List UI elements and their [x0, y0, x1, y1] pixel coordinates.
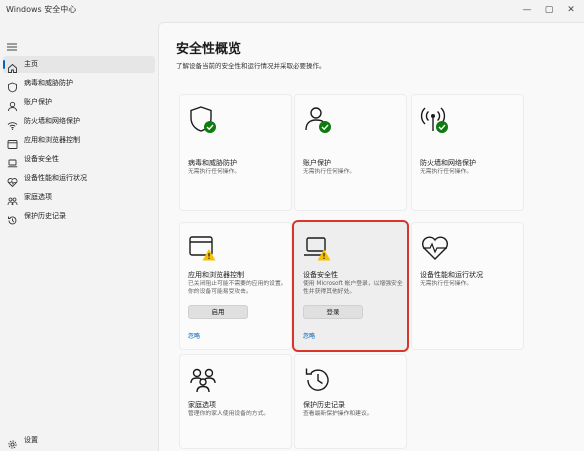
- wifi-check-icon: [420, 105, 450, 135]
- card-firewall-protection[interactable]: 防火墙和网络保护 无需执行任何操作。: [411, 94, 524, 211]
- sidebar-item-label: 病毒和威胁防护: [24, 79, 73, 87]
- card-title: 应用和浏览器控制: [188, 271, 244, 279]
- page-title: 安全性概览: [176, 42, 242, 57]
- card-description: 已关闭阻止可能不需要的应用的设置。你的设备可能易受攻击。: [188, 281, 287, 295]
- heart-pulse-icon: [420, 233, 450, 263]
- card-virus-protection[interactable]: 病毒和威胁防护 无需执行任何操作。: [179, 94, 292, 211]
- sidebar-item-account[interactable]: 账户保护: [3, 94, 155, 112]
- card-title: 账户保护: [303, 159, 331, 167]
- card-family-options[interactable]: 家庭选项 管理你的家人使用设备的方式。: [179, 354, 292, 449]
- card-title: 防火墙和网络保护: [420, 159, 476, 167]
- app-window-icon: [7, 135, 18, 149]
- sidebar-item-label: 账户保护: [24, 98, 52, 106]
- sidebar: 主页 病毒和威胁防护 账户保护 防火墙和网络保护 应用和浏览器控制 设备安全性 …: [0, 22, 158, 451]
- sidebar-item-label: 设备安全性: [24, 155, 59, 163]
- family-icon: [188, 365, 218, 395]
- card-description: 查看最新保护操作和建议。: [303, 411, 373, 417]
- sidebar-item-label: 主页: [24, 60, 38, 68]
- card-account-protection[interactable]: 账户保护 无需执行任何操作。: [294, 94, 407, 211]
- card-description: 无需执行任何操作。: [420, 169, 473, 175]
- sidebar-item-label: 保护历史记录: [24, 212, 66, 220]
- card-description: 管理你的家人使用设备的方式。: [188, 411, 270, 417]
- card-title: 病毒和威胁防护: [188, 159, 237, 167]
- sidebar-item-label: 防火墙和网络保护: [24, 117, 80, 125]
- shield-icon: [7, 78, 18, 93]
- home-icon: [7, 59, 18, 73]
- app-window-warning-icon: [188, 233, 218, 263]
- enable-button[interactable]: 启用: [188, 305, 248, 319]
- wifi-icon: [7, 116, 18, 130]
- laptop-warning-icon: [303, 233, 333, 263]
- sidebar-item-label: 应用和浏览器控制: [24, 136, 80, 144]
- card-protection-history[interactable]: 保护历史记录 查看最新保护操作和建议。: [294, 354, 407, 449]
- card-app-browser-control[interactable]: 应用和浏览器控制 已关闭阻止可能不需要的应用的设置。你的设备可能易受攻击。 启用…: [179, 222, 292, 350]
- history-icon: [7, 211, 18, 225]
- sidebar-item-family[interactable]: 家庭选项: [3, 189, 155, 206]
- window-title: Windows 安全中心: [6, 5, 77, 14]
- person-check-icon: [303, 105, 333, 135]
- sidebar-item-history[interactable]: 保护历史记录: [3, 208, 155, 225]
- sign-in-button[interactable]: 登录: [303, 305, 363, 319]
- page-subtitle: 了解设备当前的安全性和运行情况并采取必要操作。: [176, 62, 326, 70]
- minimize-button[interactable]: —: [518, 2, 536, 18]
- heart-pulse-icon: [7, 173, 18, 188]
- title-bar: Windows 安全中心 — ▢ ✕: [0, 0, 584, 22]
- sidebar-item-app-browser[interactable]: 应用和浏览器控制: [3, 132, 155, 149]
- gear-icon: [7, 435, 18, 449]
- sidebar-item-virus[interactable]: 病毒和威胁防护: [3, 75, 155, 93]
- card-title: 家庭选项: [188, 401, 216, 409]
- card-description: 无需执行任何操作。: [303, 169, 356, 175]
- sidebar-item-performance[interactable]: 设备性能和运行状况: [3, 170, 155, 188]
- sidebar-item-label: 设备性能和运行状况: [24, 174, 87, 182]
- card-device-security[interactable]: 设备安全性 使用 Microsoft 帐户登录，以增强安全性并获得其他好处。 登…: [292, 220, 409, 352]
- card-description: 无需执行任何操作。: [188, 169, 241, 175]
- history-icon: [303, 365, 333, 395]
- dismiss-link[interactable]: 忽略: [303, 331, 315, 340]
- sidebar-item-label: 设置: [24, 436, 38, 444]
- menu-icon[interactable]: [6, 38, 18, 51]
- main-content: 安全性概览 了解设备当前的安全性和运行情况并采取必要操作。 病毒和威胁防护 无需…: [158, 22, 584, 451]
- card-title: 保护历史记录: [303, 401, 345, 409]
- card-device-performance[interactable]: 设备性能和运行状况 无需执行任何操作。: [411, 222, 524, 350]
- card-title: 设备安全性: [303, 271, 338, 279]
- sidebar-item-settings[interactable]: 设置: [3, 432, 155, 449]
- card-description: 无需执行任何操作。: [420, 281, 473, 287]
- sidebar-item-label: 家庭选项: [24, 193, 52, 201]
- card-title: 设备性能和运行状况: [420, 271, 483, 279]
- card-description: 使用 Microsoft 帐户登录，以增强安全性并获得其他好处。: [303, 281, 403, 295]
- maximize-button[interactable]: ▢: [540, 2, 558, 18]
- sidebar-item-firewall[interactable]: 防火墙和网络保护: [3, 113, 155, 130]
- person-icon: [7, 97, 18, 112]
- sidebar-item-device-security[interactable]: 设备安全性: [3, 151, 155, 168]
- dismiss-link[interactable]: 忽略: [188, 331, 200, 340]
- close-button[interactable]: ✕: [562, 2, 580, 18]
- family-icon: [7, 192, 18, 206]
- sidebar-item-home[interactable]: 主页: [3, 56, 155, 73]
- laptop-icon: [7, 154, 18, 168]
- shield-check-icon: [188, 105, 218, 135]
